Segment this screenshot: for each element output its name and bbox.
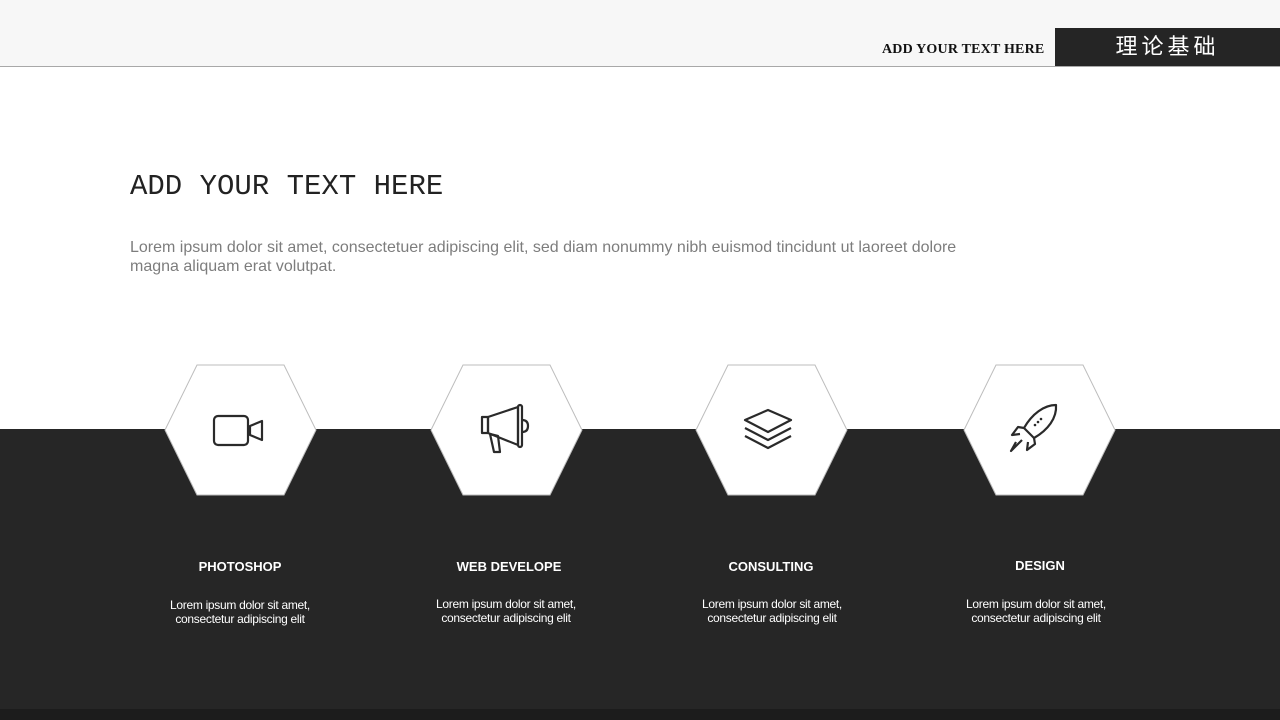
card-text-line: Lorem ipsum dolor sit amet,	[702, 597, 842, 611]
card-text-consulting: Lorem ipsum dolor sit amet, consectetur …	[652, 597, 892, 625]
card-text-line: consectetur adipiscing elit	[441, 611, 571, 625]
layers-icon	[742, 407, 794, 458]
card-title-design: DESIGN	[1015, 558, 1065, 573]
card-text-web-develope: Lorem ipsum dolor sit amet, consectetur …	[386, 597, 626, 625]
bottom-edge	[0, 709, 1280, 720]
section-tab[interactable]: 理论基础	[1055, 28, 1280, 66]
card-title-photoshop: PHOTOSHOP	[198, 559, 282, 574]
rocket-icon	[1008, 402, 1060, 459]
card-text-line: Lorem ipsum dolor sit amet,	[436, 597, 576, 611]
card-text-line: consectetur adipiscing elit	[707, 611, 837, 625]
card-text-line: consectetur adipiscing elit	[971, 611, 1101, 625]
card-text-line: consectetur adipiscing elit	[175, 612, 305, 626]
card-text-line: Lorem ipsum dolor sit amet,	[966, 597, 1106, 611]
megaphone-icon	[478, 403, 530, 460]
header-subtitle: ADD YOUR TEXT HERE	[882, 42, 1045, 57]
card-text-line: Lorem ipsum dolor sit amet,	[170, 598, 310, 612]
card-title-consulting: CONSULTING	[728, 559, 814, 574]
card-title-web-develope: WEB DEVELOPE	[456, 559, 562, 574]
page-title: ADD YOUR TEXT HERE	[130, 170, 444, 203]
card-text-photoshop: Lorem ipsum dolor sit amet, consectetur …	[120, 598, 360, 626]
page-description: Lorem ipsum dolor sit amet, consectetuer…	[130, 239, 957, 275]
card-text-design: Lorem ipsum dolor sit amet, consectetur …	[916, 597, 1156, 625]
video-camera-icon	[212, 412, 264, 453]
